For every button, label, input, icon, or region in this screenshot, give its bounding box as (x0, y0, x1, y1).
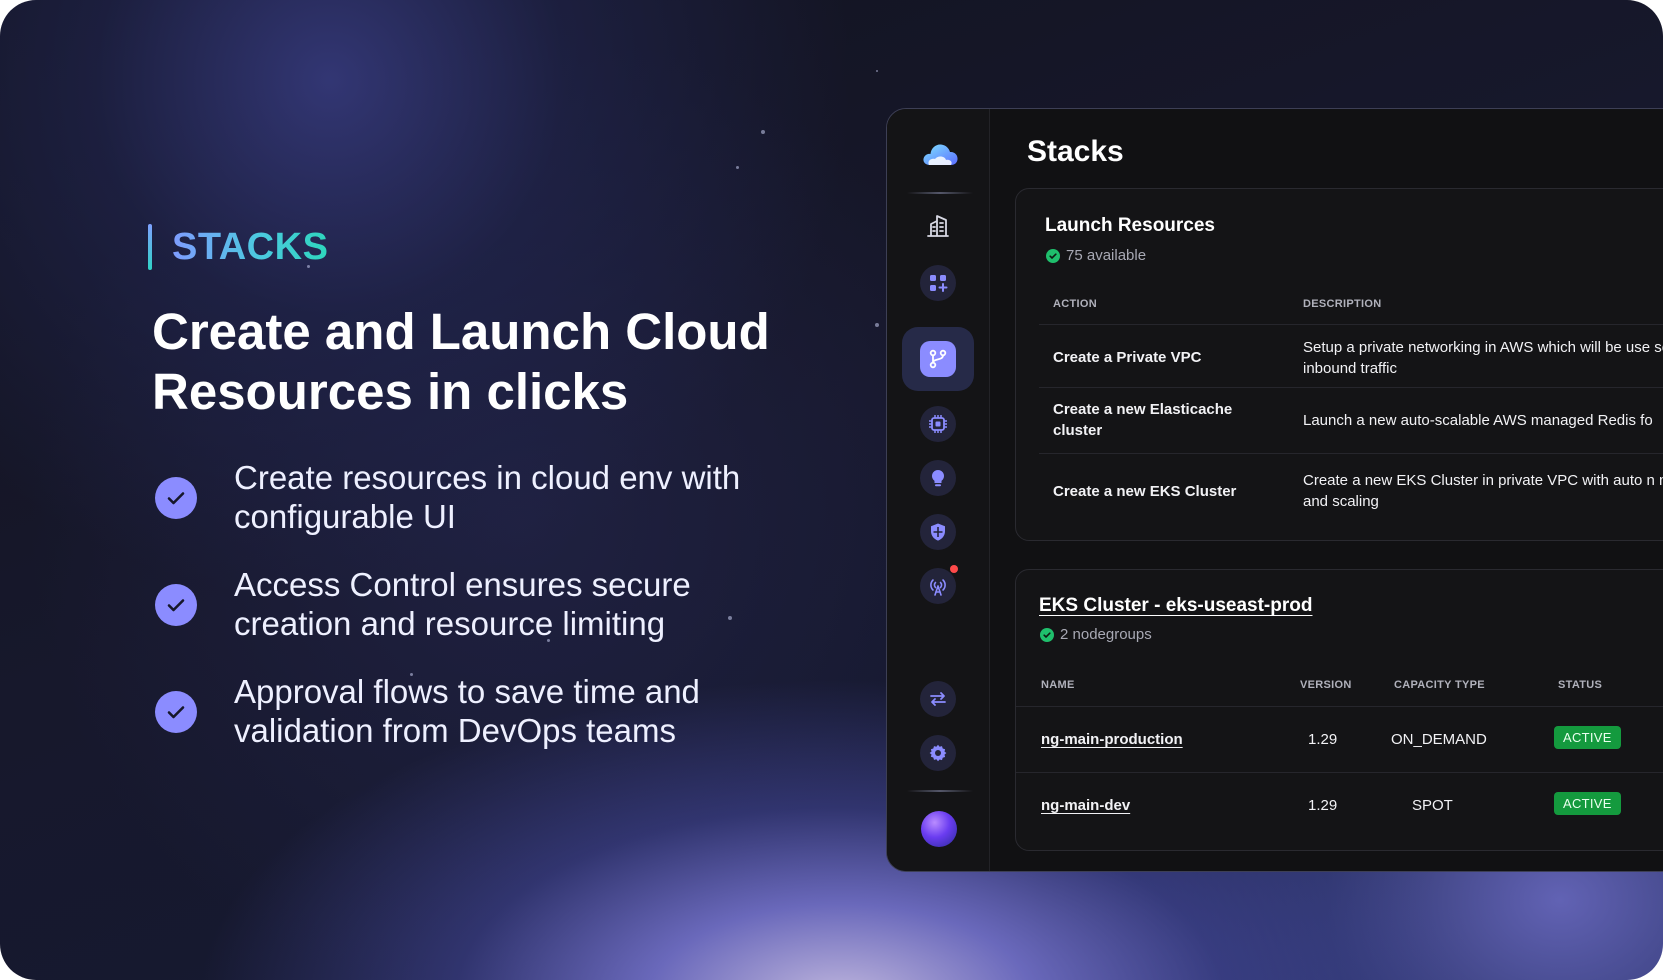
swap-icon[interactable] (920, 681, 956, 717)
column-header: STATUS (1558, 679, 1603, 691)
description-cell: Launch a new auto-scalable AWS managed R… (1303, 412, 1653, 429)
nodegroup-name-link[interactable]: ng-main-production (1041, 729, 1183, 750)
nodegroup-status: 2 nodegroups (1040, 626, 1152, 643)
action-cell[interactable]: Create a new Elasticache cluster (1053, 399, 1258, 441)
notification-dot (950, 565, 958, 573)
hero-headline: Create and Launch Cloud Resources in cli… (152, 303, 770, 420)
row-divider (1016, 772, 1663, 773)
availability-status: 75 available (1046, 247, 1146, 264)
hero-background: STACKS Create and Launch Cloud Resources… (0, 0, 1663, 980)
description-cell: Create a new EKS Cluster in private VPC … (1303, 472, 1663, 510)
check-circle-icon (1046, 248, 1060, 263)
action-cell[interactable]: Create a new EKS Cluster (1053, 481, 1236, 502)
eyebrow-accent-bar (148, 224, 152, 270)
row-divider (1039, 453, 1663, 454)
capacity-cell: ON_DEMAND (1391, 731, 1487, 748)
check-circle-icon (1040, 627, 1054, 642)
cluster-title-link[interactable]: EKS Cluster - eks-useast-prod (1039, 595, 1312, 617)
shield-icon[interactable] (920, 514, 956, 550)
broadcast-icon[interactable] (920, 565, 958, 604)
nodegroup-name-link[interactable]: ng-main-dev (1041, 795, 1130, 816)
check-icon (155, 584, 197, 626)
availability-count: 75 available (1066, 247, 1147, 264)
star-decoration (875, 323, 879, 327)
sidebar-divider (907, 192, 973, 194)
nodegroup-count: 2 nodegroups (1060, 626, 1152, 643)
card-title: Launch Resources (1045, 215, 1215, 236)
status-badge: ACTIVE (1554, 726, 1621, 749)
gear-icon[interactable] (920, 735, 956, 771)
feature-item: Access Control ensures secure creation a… (155, 562, 795, 669)
apps-add-icon[interactable] (920, 265, 956, 301)
star-decoration (736, 166, 739, 169)
eks-cluster-card: EKS Cluster - eks-useast-prod 2 nodegrou… (1015, 569, 1663, 851)
star-decoration (876, 70, 878, 72)
main-content: Stacks Launch Resources 75 available ACT… (991, 109, 1663, 871)
column-header: VERSION (1300, 679, 1352, 691)
cloud-logo-icon[interactable] (921, 139, 959, 167)
sidebar-divider (907, 790, 973, 792)
check-icon (155, 691, 197, 733)
column-header: NAME (1041, 679, 1075, 691)
eyebrow-label: STACKS (172, 225, 329, 268)
stacks-branch-icon[interactable] (920, 341, 956, 377)
feature-text: Access Control ensures secure creation a… (234, 566, 691, 642)
feature-item: Approval flows to save time and validati… (155, 669, 795, 776)
building-icon[interactable] (920, 207, 956, 243)
chip-icon[interactable] (920, 406, 956, 442)
row-divider (1039, 387, 1663, 388)
status-badge: ACTIVE (1554, 792, 1621, 815)
action-cell[interactable]: Create a Private VPC (1053, 347, 1201, 368)
version-cell: 1.29 (1308, 731, 1338, 748)
feature-item: Create resources in cloud env with confi… (155, 455, 795, 562)
version-cell: 1.29 (1308, 797, 1338, 814)
column-header: ACTION (1053, 298, 1097, 310)
column-header: CAPACITY TYPE (1394, 679, 1485, 691)
row-divider (1016, 706, 1663, 707)
page-title: Stacks (1027, 135, 1124, 168)
feature-list: Create resources in cloud env with confi… (155, 455, 795, 776)
launch-resources-card: Launch Resources 75 available ACTION DES… (1015, 188, 1663, 541)
row-divider (1039, 324, 1663, 325)
section-eyebrow: STACKS (148, 224, 328, 270)
app-window: Stacks Launch Resources 75 available ACT… (886, 108, 1663, 872)
lightbulb-icon[interactable] (920, 460, 956, 496)
avatar[interactable] (921, 811, 957, 847)
column-header: DESCRIPTION (1303, 298, 1382, 310)
check-icon (155, 477, 197, 519)
feature-text: Create resources in cloud env with confi… (234, 459, 741, 535)
description-cell: Setup a private networking in AWS which … (1303, 339, 1663, 377)
sidebar (887, 109, 990, 871)
star-decoration (761, 130, 765, 134)
capacity-cell: SPOT (1412, 797, 1453, 814)
feature-text: Approval flows to save time and validati… (234, 673, 700, 749)
